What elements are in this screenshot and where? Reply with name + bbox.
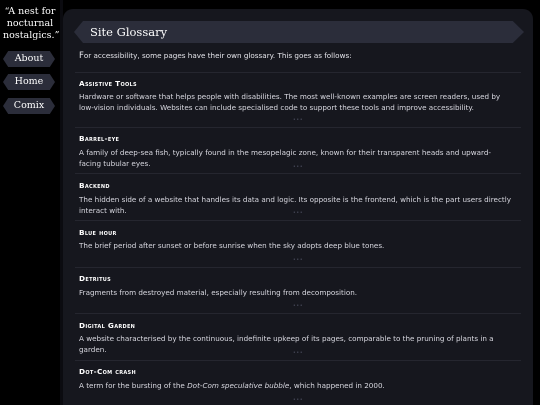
- entry-separator: •••: [292, 164, 304, 170]
- divider: [75, 267, 521, 268]
- entry-separator: •••: [292, 210, 304, 216]
- entry-separator: •••: [292, 303, 304, 309]
- glossary-term: Dot-Com crash: [79, 367, 136, 376]
- page-title: Site Glossary: [90, 25, 168, 39]
- entry-separator: •••: [292, 397, 304, 403]
- glossary-term: Digital Garden: [79, 321, 136, 330]
- entry-separator: •••: [292, 257, 304, 263]
- divider: [75, 360, 521, 361]
- definition-emphasis: Dot-Com speculative bubble: [187, 381, 290, 390]
- definition-text: , which happened in 2000.: [289, 381, 385, 390]
- intro-text: For accessibility, some pages have their…: [79, 50, 519, 62]
- glossary-definition: Hardware or software that helps people w…: [79, 92, 501, 112]
- divider: [75, 127, 521, 128]
- entry-separator: •••: [292, 117, 304, 123]
- glossary-definition: A term for the bursting of the Dot-Com s…: [79, 381, 511, 392]
- page-scrollbar[interactable]: [533, 0, 540, 405]
- glossary-panel: Site Glossary For accessibility, some pa…: [63, 9, 533, 405]
- glossary-term: Assistive Tools: [79, 79, 137, 88]
- site-tagline: “A nest for nocturnal nostalgics.”: [3, 6, 60, 41]
- glossary-definition: Fragments from destroyed material, espec…: [79, 288, 358, 297]
- intro-body: or accessibility, some pages have their …: [83, 51, 352, 60]
- glossary-term: Barrel-eye: [79, 134, 120, 143]
- glossary-term: Backend: [79, 181, 110, 190]
- nav-comix-button[interactable]: Comix: [3, 98, 55, 114]
- sidebar: “A nest for nocturnal nostalgics.” About…: [0, 0, 60, 405]
- definition-text: A term for the bursting of the: [79, 381, 188, 390]
- divider: [75, 72, 521, 73]
- glossary-term: Blue hour: [79, 228, 117, 237]
- page-title-banner: Site Glossary: [74, 21, 524, 43]
- entry-separator: •••: [292, 350, 304, 356]
- divider: [75, 313, 521, 314]
- glossary-definition: The brief period after sunset or before …: [79, 241, 385, 250]
- divider: [75, 173, 521, 174]
- glossary-term: Detritus: [79, 274, 112, 283]
- divider: [75, 220, 521, 221]
- nav-about-button[interactable]: About: [3, 51, 55, 67]
- nav-home-button[interactable]: Home: [3, 74, 55, 90]
